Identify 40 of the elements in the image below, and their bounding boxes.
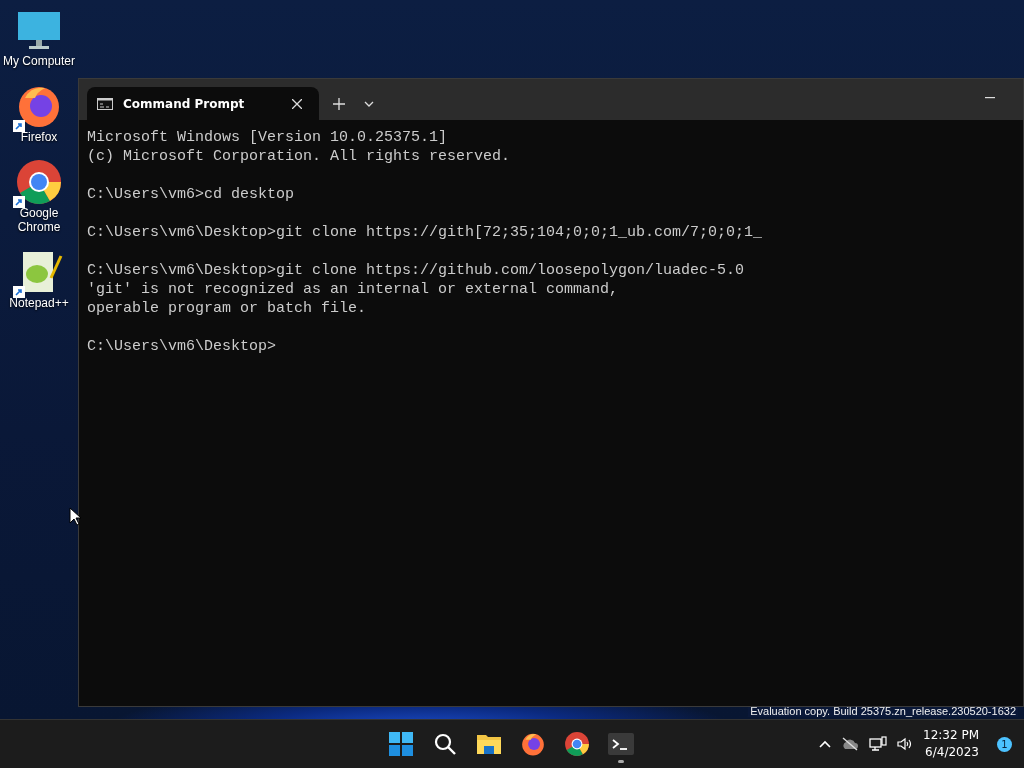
console-line: C:\Users\vm6\Desktop>git clone https://gith[72;35;104;0;0;1_ub.com/7;0;0;1_ — [87, 223, 764, 242]
notification-badge[interactable]: 1 — [997, 736, 1012, 752]
shortcut-arrow-icon — [13, 196, 25, 208]
desktop-icon-label[interactable]: Google Chrome — [1, 206, 77, 234]
chrome-icon — [15, 158, 63, 206]
tab[interactable]: Command Prompt — [87, 87, 319, 120]
console-line: operable program or batch file. — [87, 299, 368, 318]
chevron-up-icon — [819, 740, 831, 748]
desktop-icon-label[interactable]: Notepad++ — [1, 296, 77, 310]
search-icon — [433, 732, 457, 756]
cloud-off-icon — [841, 737, 859, 751]
console-line: 'git' is not recognized as an internal or external command, — [87, 280, 620, 299]
console-line: C:\Users\vm6>cd desktop — [87, 185, 296, 204]
console-line: C:\Users\vm6\Desktop>git clone https://github.com/loosepolygon/luadec-5.0 — [87, 261, 746, 280]
network-button[interactable] — [869, 736, 887, 752]
console-icon — [97, 97, 113, 110]
console-line: Microsoft Windows [Version 10.0.25375.1] — [87, 128, 449, 147]
desktop-icon-label[interactable]: My Computer — [1, 54, 77, 68]
terminal-icon — [608, 733, 634, 755]
shortcut-arrow-icon — [13, 120, 25, 132]
chevron-down-icon — [364, 100, 374, 107]
plus-icon — [333, 97, 345, 110]
windows-logo-icon — [389, 732, 413, 756]
minimize-icon — [985, 97, 995, 99]
desktop-icon-label[interactable]: Firefox — [1, 130, 77, 144]
tab-title: Command Prompt — [123, 96, 246, 111]
close-icon — [292, 98, 302, 109]
show-hidden-icons-button[interactable] — [819, 740, 831, 748]
folder-icon — [476, 732, 502, 756]
clock-date[interactable]: 6/4/2023 — [925, 744, 979, 761]
network-icon — [869, 736, 887, 752]
chrome-icon — [564, 731, 590, 757]
console-line: (c) Microsoft Corporation. All rights reserved. — [87, 147, 512, 166]
firefox-icon — [520, 731, 546, 757]
shortcut-arrow-icon — [13, 286, 25, 298]
clock-time[interactable]: 12:32 PM — [923, 727, 979, 744]
speaker-icon — [897, 737, 913, 751]
console-line: C:\Users\vm6\Desktop> — [87, 337, 278, 356]
cloud-button[interactable] — [841, 737, 859, 751]
volume-button[interactable] — [897, 737, 913, 751]
